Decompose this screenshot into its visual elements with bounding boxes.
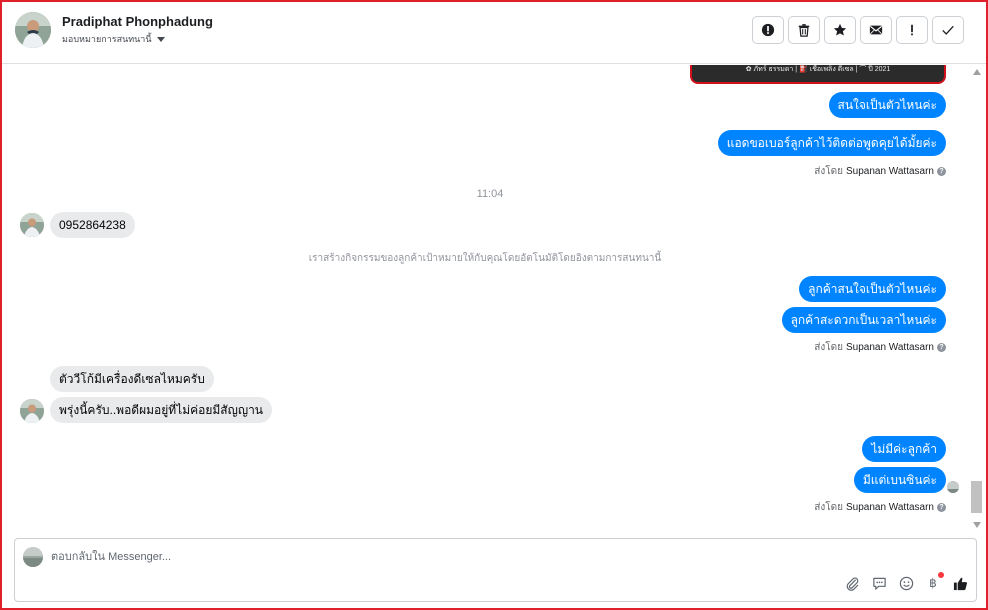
system-note: เราสร้างกิจกรรมของลูกค้าเป้าหมายให้กับคุ… [308,253,662,264]
outgoing-message[interactable]: ไม่มีค่ะลูกค้า [862,436,946,462]
message-timestamp: 11:04 [476,188,504,200]
incoming-message[interactable]: ตัววีโก้มีเครื่องดีเซลไหมครับ [50,366,214,392]
page-avatar [23,547,43,567]
notification-dot [938,572,944,578]
spam-button[interactable] [896,16,928,44]
contact-avatar-small [20,213,44,237]
paperclip-icon [846,577,858,591]
exclamation-icon [911,24,913,36]
thumbs-up-icon [953,577,967,590]
contact-avatar[interactable] [15,12,51,48]
mark-done-button[interactable] [932,16,964,44]
star-button[interactable] [824,16,856,44]
sent-by-prefix: ส่งโดย [814,166,843,177]
incoming-message[interactable]: 0952864238 [50,212,135,238]
payment-button[interactable]: ฿ [925,572,944,591]
seen-indicator-avatar [947,481,959,493]
caret-down-icon [156,36,165,42]
sent-by-label: ส่งโดย Supanan Wattasarn ? [814,164,946,179]
smiley-icon [899,576,913,590]
message-thread[interactable]: ✿ ภัทร์ ธรรมดา | ⛽ เชื้อเพลิง ดีเซล | ⌒ … [2,65,968,532]
trash-icon [798,24,810,37]
reply-composer: ฿ [14,538,977,602]
check-icon [942,25,954,35]
saved-replies-button[interactable] [871,575,887,591]
emoji-button[interactable] [898,575,914,591]
scroll-up-arrow-icon[interactable] [973,69,981,75]
envelope-icon [869,25,883,35]
reply-input[interactable] [51,547,931,567]
agent-name: Supanan Wattasarn [845,166,934,177]
thread-scrollbar[interactable] [969,65,986,532]
help-icon[interactable]: ? [937,343,946,352]
report-button[interactable] [752,16,784,44]
assign-label: มอบหมายการสนทนานี้ [62,34,152,44]
sent-by-label: ส่งโดย Supanan Wattasarn ? [814,340,946,355]
contact-name[interactable]: Pradiphat Phonphadung [62,14,213,29]
header-actions [752,16,964,44]
baht-icon: ฿ [929,576,937,590]
delete-button[interactable] [788,16,820,44]
agent-name: Supanan Wattasarn [845,502,934,513]
chat-bubble-icon [872,577,886,590]
help-icon[interactable]: ? [937,503,946,512]
vehicle-card-caption[interactable]: ✿ ภัทร์ ธรรมดา | ⛽ เชื้อเพลิง ดีเซล | ⌒ … [690,65,946,84]
outgoing-message[interactable]: ลูกค้าสะดวกเป็นเวลาไหนค่ะ [781,307,946,333]
star-icon [833,23,847,36]
outgoing-message[interactable]: ลูกค้าสนใจเป็นตัวไหนค่ะ [799,276,946,302]
like-button[interactable] [952,575,968,591]
incoming-message[interactable]: พรุ่งนี้ครับ..พอดีผมอยู่ที่ไม่ค่อยมีสัญญ… [50,397,273,423]
composer-tools: ฿ [844,572,968,591]
agent-name: Supanan Wattasarn [845,342,934,353]
outgoing-message[interactable]: มีแต่เบนซินค่ะ [853,467,946,493]
scroll-down-arrow-icon[interactable] [973,522,981,528]
mark-unread-button[interactable] [860,16,892,44]
attach-button[interactable] [844,575,860,591]
outgoing-message[interactable]: แอดขอเบอร์ลูกค้าไว้ติดต่อพูดคุยได้มั้ยค่… [717,130,946,156]
outgoing-message[interactable]: สนใจเป็นตัวไหนค่ะ [828,92,946,118]
alert-circle-icon [761,23,775,37]
sent-by-label: ส่งโดย Supanan Wattasarn ? [814,500,946,515]
sent-by-prefix: ส่งโดย [814,342,843,353]
assign-conversation-dropdown[interactable]: มอบหมายการสนทนานี้ [62,32,165,46]
help-icon[interactable]: ? [937,167,946,176]
contact-avatar-small [20,399,44,423]
sent-by-prefix: ส่งโดย [814,502,843,513]
conversation-header: Pradiphat Phonphadung มอบหมายการสนทนานี้ [2,2,986,64]
scrollbar-thumb[interactable] [971,481,982,513]
